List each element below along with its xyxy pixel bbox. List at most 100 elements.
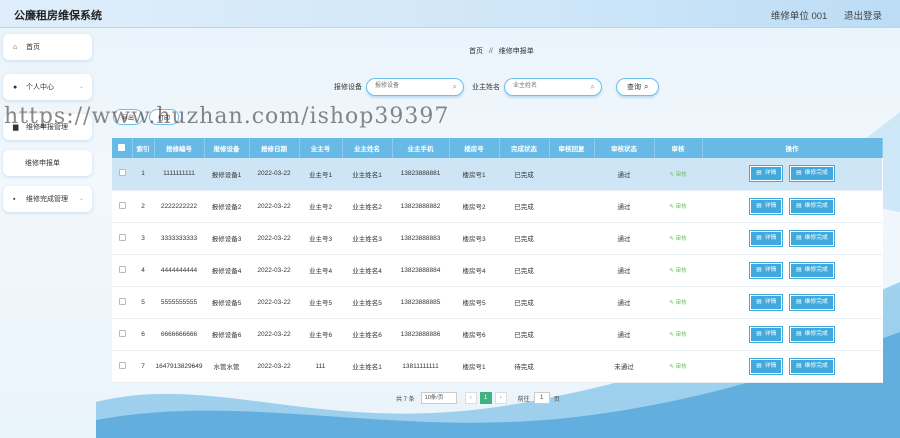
table-row[interactable]: 2 2222222222 报修设备2 2022-03-22 业主号2 业主姓名2 13823… [112,190,882,223]
table-row[interactable]: 4 4444444444 报修设备4 2022-03-22 业主号4 业主姓名4 13823… [112,254,882,287]
cell-owner-name: 业主姓名3 [342,222,392,255]
detail-button[interactable]: ▤ 详情 [749,229,784,247]
cell-phone: 13823888882 [392,190,449,223]
cell-phone: 13823888883 [392,222,449,255]
pagination: 共 7 条 10条/页 ‹ 1 › 前往 1 页 [396,392,560,404]
cell-building: 楼房号1 [449,350,499,383]
complete-button[interactable]: ▤ 维修完成 [789,293,835,311]
select-all-checkbox[interactable] [118,143,126,151]
cell-building: 楼房号4 [449,254,499,287]
home-icon: ⌂ [13,43,18,51]
select-all-cell[interactable] [112,138,133,158]
cell-phone: 13823888886 [392,318,449,351]
detail-button[interactable]: ▤ 详情 [749,165,784,183]
sidebar-item-repair-orders[interactable]: 维修申报单 [3,150,92,176]
detail-button[interactable]: ▤ 详情 [749,325,784,343]
row-checkbox[interactable] [118,265,126,273]
cell-no: 3333333333 [154,222,204,255]
watermark-text: https://www.huzhan.com/ishop39397 [4,104,450,129]
audit-link[interactable]: ✎ 审核 [669,172,686,178]
sidebar-item-home[interactable]: ⌂ 首页 [3,34,92,60]
row-checkbox[interactable] [118,169,126,177]
sidebar-item-completion-management[interactable]: ▪ 维修完成管理 ⌄ [3,186,92,212]
row-select-cell[interactable] [112,254,132,287]
audit-link[interactable]: ✎ 审核 [669,236,686,242]
table-row[interactable]: 5 5555555555 报修设备5 2022-03-22 业主号5 业主姓名5 13823… [112,286,882,319]
audit-link[interactable]: ✎ 审核 [669,332,686,338]
complete-button[interactable]: ▤ 维修完成 [789,261,835,279]
table-row[interactable]: 3 3333333333 报修设备3 2022-03-22 业主号3 业主姓名3 13823… [112,222,882,255]
cell-status: 待完成 [499,350,549,383]
complete-button[interactable]: ▤ 维修完成 [789,165,835,183]
cell-audit-status: 通过 [594,318,654,351]
actions-cell: ▤ 详情 ▤ 维修完成 [702,286,882,319]
device-search-input[interactable] [367,79,447,93]
row-checkbox[interactable] [118,201,126,209]
goto-label: 前往 [517,396,530,403]
cell-audit-status: 通过 [594,190,654,223]
actions-cell: ▤ 详情 ▤ 维修完成 [702,158,882,191]
row-checkbox[interactable] [118,361,126,369]
logout-link[interactable]: 退出登录 [844,11,882,22]
complete-button[interactable]: ▤ 维修完成 [789,325,835,343]
document-icon: ▤ [756,298,762,305]
detail-button[interactable]: ▤ 详情 [749,197,784,215]
audit-cell: ✎ 审核 [654,222,702,255]
orders-table-wrap: 索引 报修编号 报修设备 报修日期 业主号 业主姓名 业主手机 楼房号 完成状态… [112,138,883,383]
query-button[interactable]: 查询 ⌕ [616,78,660,96]
column-header: 业主手机 [392,138,450,158]
cell-phone: 13811111111 [392,350,449,383]
cell-status: 已完成 [499,190,549,223]
row-checkbox[interactable] [118,329,126,337]
audit-link[interactable]: ✎ 审核 [669,300,686,306]
row-select-cell[interactable] [112,318,132,351]
row-select-cell[interactable] [112,286,132,319]
document-icon: ▤ [796,298,802,305]
next-page-button[interactable]: › [494,392,507,404]
document-icon: ▤ [756,170,762,177]
column-header: 报修日期 [249,138,300,158]
row-checkbox[interactable] [118,233,126,241]
goto-page-input[interactable]: 1 [533,392,550,404]
top-bar: 公廉租房维保系统 维修单位 001 退出登录 [0,0,900,28]
document-icon: ▤ [796,202,802,209]
row-select-cell[interactable] [112,222,132,255]
table-row[interactable]: 6 6666666666 报修设备6 2022-03-22 业主号6 业主姓名6 13823… [112,318,882,351]
page-number-button[interactable]: 1 [479,392,492,404]
device-search-box: ⌕ [366,78,464,96]
table-header-row: 索引 报修编号 报修设备 报修日期 业主号 业主姓名 业主手机 楼房号 完成状态… [112,138,883,158]
sidebar-item-label: 个人中心 [26,84,54,91]
row-select-cell[interactable] [112,158,132,191]
detail-button[interactable]: ▤ 详情 [749,261,784,279]
breadcrumb-home[interactable]: 首页 [469,48,483,55]
search-row: 报修设备 ⌕ 业主姓名 ⌕ 查询 ⌕ [334,77,660,97]
prev-page-button[interactable]: ‹ [464,392,477,404]
cell-date: 2022-03-22 [249,190,299,223]
cell-device: 报修设备6 [204,318,249,351]
complete-button[interactable]: ▤ 维修完成 [789,229,835,247]
main-content: 首页 // 维修申报单 报修设备 ⌕ 业主姓名 ⌕ 查询 ⌕ 导出 打印 [96,32,900,438]
detail-button[interactable]: ▤ 详情 [749,293,784,311]
actions-cell: ▤ 详情 ▤ 维修完成 [702,350,882,383]
complete-button[interactable]: ▤ 维修完成 [789,357,835,375]
row-select-cell[interactable] [112,350,132,383]
sidebar-item-personal-center[interactable]: ● 个人中心 ⌄ [3,74,92,100]
column-header: 报修编号 [154,138,205,158]
page-size-select[interactable]: 10条/页 [420,392,457,404]
audit-link[interactable]: ✎ 审核 [669,204,686,210]
detail-button[interactable]: ▤ 详情 [749,357,784,375]
cell-date: 2022-03-22 [249,350,299,383]
breadcrumb-current: 维修申报单 [498,48,534,55]
complete-button[interactable]: ▤ 维修完成 [789,197,835,215]
cell-reply [549,350,594,383]
table-row[interactable]: 1 1111111111 报修设备1 2022-03-22 业主号1 业主姓名1 13823… [112,158,882,191]
audit-link[interactable]: ✎ 审核 [669,364,686,370]
owner-search-input[interactable] [505,79,585,93]
cell-device: 报修设备4 [204,254,249,287]
cell-reply [549,190,594,223]
cell-no: 2222222222 [154,190,204,223]
table-row[interactable]: 7 1647913829649 水管水管 2022-03-22 111 业主姓名1 1381… [112,350,882,383]
row-checkbox[interactable] [118,297,126,305]
audit-link[interactable]: ✎ 审核 [669,268,686,274]
row-select-cell[interactable] [112,190,132,223]
